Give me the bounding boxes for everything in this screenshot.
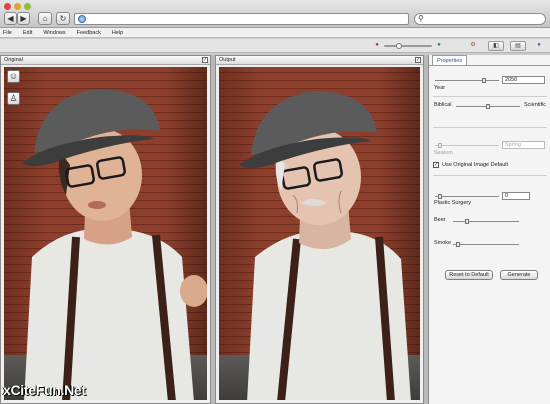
properties-panel: Properties 2050 Year Biblical Scientific… <box>428 55 550 404</box>
plastic-surgery-label: Plastic Surgery <box>434 200 471 206</box>
help-icon[interactable]: ● <box>536 42 542 48</box>
season-field[interactable]: Spring <box>502 141 545 149</box>
generate-button[interactable]: Generate <box>500 270 538 280</box>
year-slider-thumb[interactable] <box>482 78 486 83</box>
output-panel-checkbox[interactable]: ✓ <box>415 57 421 63</box>
biblical-scientific-slider-thumb[interactable] <box>486 104 490 109</box>
zoom-out-icon[interactable]: ● <box>374 42 380 48</box>
undo-icon[interactable]: ✿ <box>470 42 476 48</box>
scientific-label: Scientific <box>524 102 547 108</box>
aged-man-photo <box>239 91 411 400</box>
output-photo <box>219 67 420 400</box>
season-slider-thumb[interactable] <box>438 143 442 148</box>
beer-slider[interactable] <box>453 219 519 224</box>
export-icon: ▤ <box>515 43 521 49</box>
person-walking-icon[interactable]: ♙ <box>7 92 20 105</box>
person-age-icon[interactable]: ☺ <box>7 70 20 83</box>
tab-properties[interactable]: Properties <box>432 55 468 65</box>
year-slider[interactable] <box>435 78 499 83</box>
watermark-logo: xCiteFun.Net <box>3 382 86 398</box>
compare-icon: ◧ <box>493 43 499 49</box>
season-label: Season <box>434 150 453 156</box>
year-field[interactable]: 2050 <box>502 76 545 84</box>
home-icon: ⌂ <box>42 14 48 23</box>
forward-arrow-icon: ▶ <box>20 14 27 23</box>
plastic-surgery-slider[interactable] <box>435 194 499 199</box>
original-panel-title: Original <box>1 56 210 65</box>
biblical-label: Biblical <box>434 102 452 108</box>
zoom-window-button[interactable] <box>24 3 31 10</box>
menu-edit[interactable]: Edit <box>23 30 32 36</box>
globe-icon <box>78 15 86 23</box>
zoom-slider[interactable] <box>384 43 432 49</box>
home-button[interactable]: ⌂ <box>38 12 52 25</box>
app-toolbar: ● ● ✿ ◧ ▤ ● <box>0 39 550 53</box>
menu-help[interactable]: Help <box>112 30 123 36</box>
beer-slider-thumb[interactable] <box>465 219 469 224</box>
biblical-scientific-slider[interactable] <box>456 104 520 109</box>
menu-feedback[interactable]: Feedback <box>77 30 101 36</box>
plastic-surgery-slider-thumb[interactable] <box>438 194 442 199</box>
beer-label: Beer <box>434 217 446 223</box>
smoke-slider[interactable] <box>453 242 519 247</box>
menu-windows[interactable]: Windows <box>43 30 65 36</box>
search-field[interactable]: ⚲ <box>414 13 546 25</box>
search-icon: ⚲ <box>418 14 424 23</box>
reset-to-default-button[interactable]: Reset to Default <box>445 270 493 280</box>
use-original-checkbox[interactable]: ✓ <box>433 162 439 168</box>
reload-icon: ↻ <box>59 14 67 23</box>
forward-button[interactable]: ▶ <box>17 12 30 25</box>
minimize-window-button[interactable] <box>14 3 21 10</box>
back-button[interactable]: ◀ <box>4 12 17 25</box>
smoke-slider-thumb[interactable] <box>456 242 460 247</box>
original-panel-checkbox[interactable]: ✓ <box>202 57 208 63</box>
original-panel: Original ✓ ☺ ♙ <box>0 55 211 404</box>
compare-button[interactable]: ◧ <box>488 41 504 51</box>
year-label: Year <box>434 85 446 91</box>
young-man-photo <box>22 89 207 400</box>
address-bar[interactable] <box>74 13 409 25</box>
menu-file[interactable]: File <box>3 30 12 36</box>
back-arrow-icon: ◀ <box>7 14 14 23</box>
plastic-surgery-field[interactable]: 0 <box>502 192 530 200</box>
zoom-in-icon[interactable]: ● <box>436 42 442 48</box>
smoke-label: Smoke <box>434 240 452 246</box>
output-panel-title: Output <box>216 56 423 65</box>
output-panel: Output ✓ <box>215 55 424 404</box>
reload-button[interactable]: ↻ <box>56 12 70 25</box>
zoom-slider-knob[interactable] <box>396 43 402 49</box>
season-slider[interactable] <box>435 143 499 148</box>
original-photo <box>4 67 207 400</box>
use-original-label: Use Original Image Default <box>442 162 509 168</box>
close-window-button[interactable] <box>4 3 11 10</box>
menubar: File Edit Windows Feedback Help <box>0 28 550 38</box>
export-button[interactable]: ▤ <box>510 41 526 51</box>
browser-toolbar: ◀ ▶ ⌂ ↻ ⚲ <box>0 0 550 28</box>
